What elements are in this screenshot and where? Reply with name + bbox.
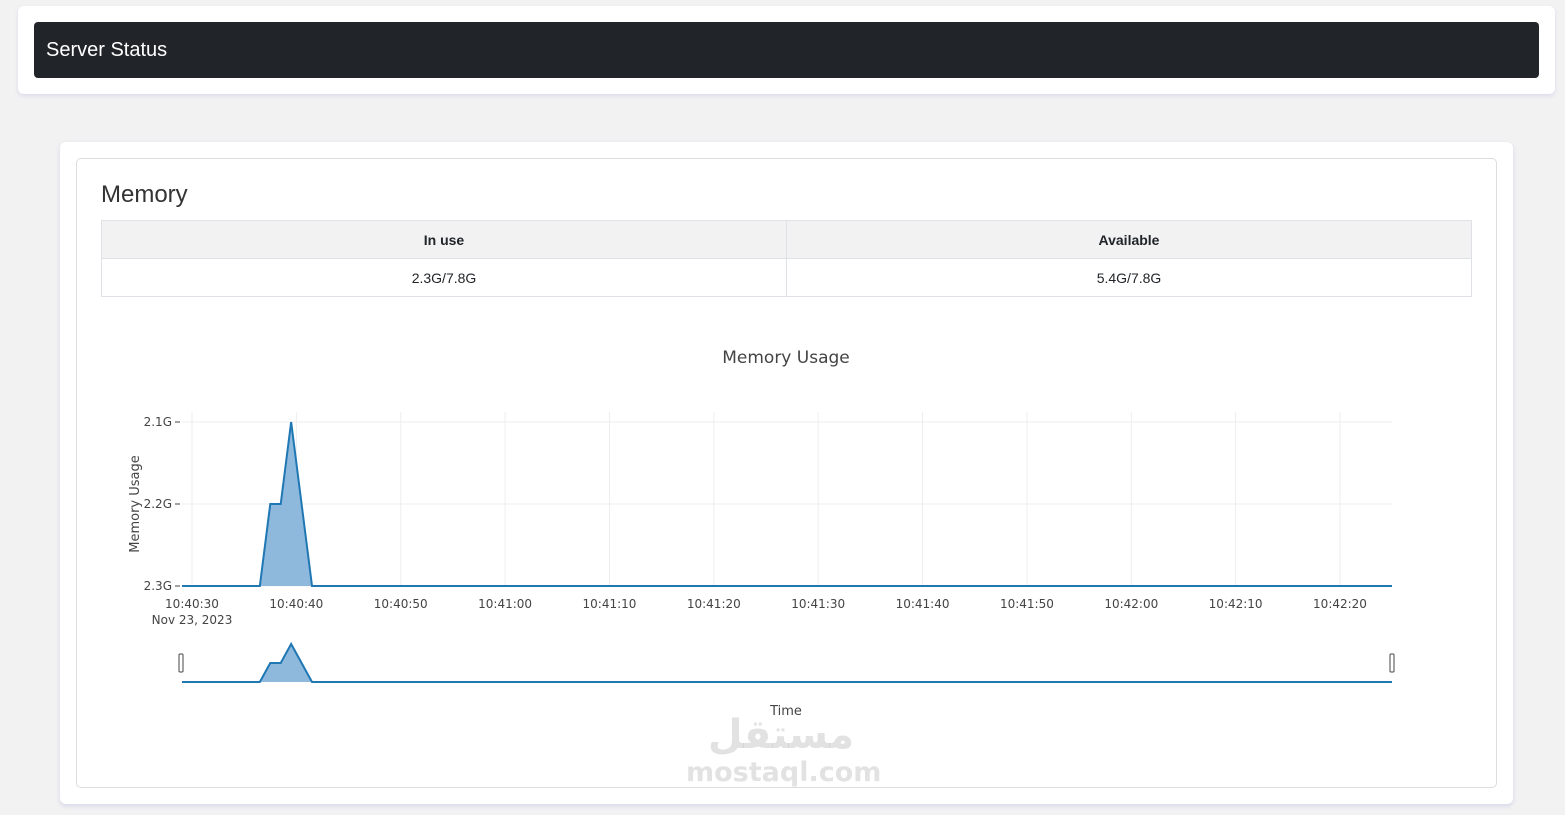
y-tick-label: 2.1G	[144, 415, 172, 429]
chart-title: Memory Usage	[722, 348, 850, 368]
x-date-label: Nov 23, 2023	[152, 613, 233, 627]
x-tick-label: 10:41:10	[583, 597, 637, 611]
range-slider[interactable]	[178, 641, 1395, 683]
slider-left-handle[interactable]	[178, 653, 184, 673]
x-tick-label: 10:41:20	[687, 597, 741, 611]
x-tick-label: 10:42:10	[1209, 597, 1263, 611]
y-axis-label: Memory Usage	[128, 455, 143, 553]
x-tick-label: 10:41:40	[896, 597, 950, 611]
chart-grid	[182, 412, 1392, 587]
x-axis-label: Time	[769, 704, 802, 719]
x-tick-label: 10:42:20	[1313, 597, 1367, 611]
x-tick-label: 10:41:30	[791, 597, 845, 611]
x-tick-label: 10:40:30	[165, 597, 219, 611]
slider-area-fill	[182, 644, 1392, 682]
y-tick-label: 2.3G	[144, 579, 172, 593]
slider-series-line	[182, 641, 1392, 683]
memory-usage-chart: Memory Usage 2.1G2.2G2.3G 10:40:30 10:40:…	[128, 348, 1395, 719]
x-tick-label: 10:42:00	[1104, 597, 1158, 611]
x-tick-label: 10:40:40	[269, 597, 323, 611]
x-tick-label: 10:41:50	[1000, 597, 1054, 611]
slider-right-handle[interactable]	[1389, 653, 1395, 673]
x-axis-ticks: 10:40:30 10:40:40 10:40:50 10:41:00 10:41:10…	[165, 597, 1367, 611]
x-tick-label: 10:40:50	[374, 597, 428, 611]
y-axis-ticks: 2.1G 2.2G 2.3G	[144, 415, 180, 593]
x-tick-label: 10:41:00	[478, 597, 532, 611]
y-tick-label: 2.2G	[144, 497, 172, 511]
